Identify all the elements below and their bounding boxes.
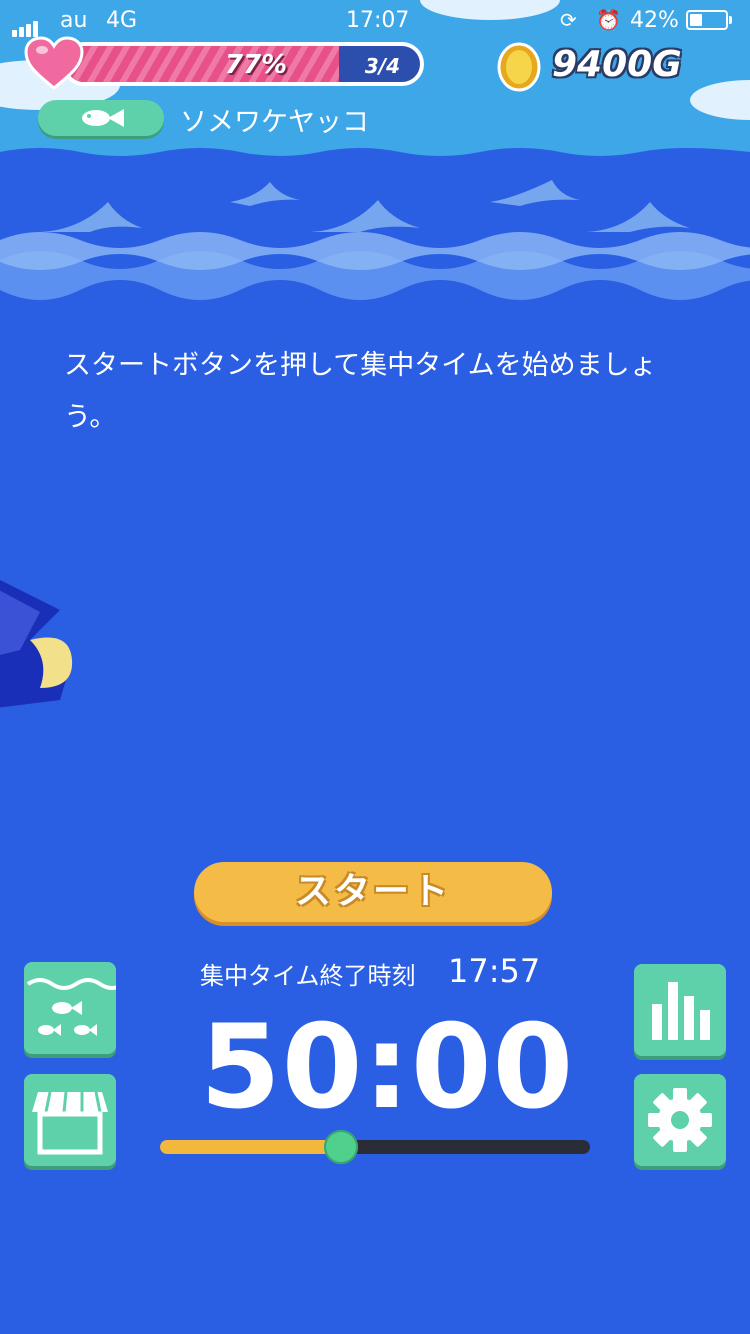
shop-button[interactable] bbox=[24, 1074, 116, 1166]
heart-icon bbox=[24, 36, 84, 90]
gold-amount: 9400G bbox=[552, 44, 682, 85]
fish-type-badge[interactable] bbox=[38, 100, 164, 136]
stats-button[interactable] bbox=[634, 964, 726, 1056]
lock-rotation-icon: ⟳ bbox=[560, 8, 577, 32]
shop-icon bbox=[32, 1091, 108, 1155]
end-time-value: 17:57 bbox=[448, 952, 541, 990]
duration-slider[interactable] bbox=[160, 1130, 590, 1164]
fish-icon bbox=[82, 109, 124, 127]
coin-icon bbox=[497, 42, 541, 92]
carrier-label: au bbox=[60, 8, 88, 33]
health-count: 3/4 bbox=[364, 54, 400, 78]
battery-percent-label: 42% bbox=[630, 8, 679, 33]
aquarium-icon bbox=[26, 978, 126, 1036]
fish-name: ソメワケヤッコ bbox=[180, 107, 369, 138]
instruction-text: スタートボタンを押して集中タイムを始めましょう。 bbox=[64, 350, 657, 433]
gear-icon bbox=[648, 1088, 712, 1152]
slider-handle[interactable] bbox=[323, 1130, 358, 1164]
settings-button[interactable] bbox=[634, 1074, 726, 1166]
aquarium-button[interactable] bbox=[24, 962, 126, 1054]
start-button[interactable]: スタート bbox=[194, 862, 552, 922]
battery-icon bbox=[686, 10, 728, 30]
slider-fill bbox=[160, 1140, 341, 1154]
health-bar: 77% 3/4 bbox=[62, 42, 424, 86]
health-percent: 77% bbox=[224, 50, 288, 80]
status-bar: au 4G 17:07 ⟳ ⏰ 42% bbox=[0, 0, 750, 40]
timer-display: 50:00 bbox=[200, 1000, 575, 1135]
end-time-label: 集中タイム終了時刻 bbox=[200, 962, 416, 990]
alarm-icon: ⏰ bbox=[596, 8, 621, 32]
network-label: 4G bbox=[106, 8, 138, 33]
signal-icon bbox=[12, 12, 40, 37]
clock-label: 17:07 bbox=[346, 8, 410, 33]
bar-chart-icon bbox=[652, 982, 710, 1040]
